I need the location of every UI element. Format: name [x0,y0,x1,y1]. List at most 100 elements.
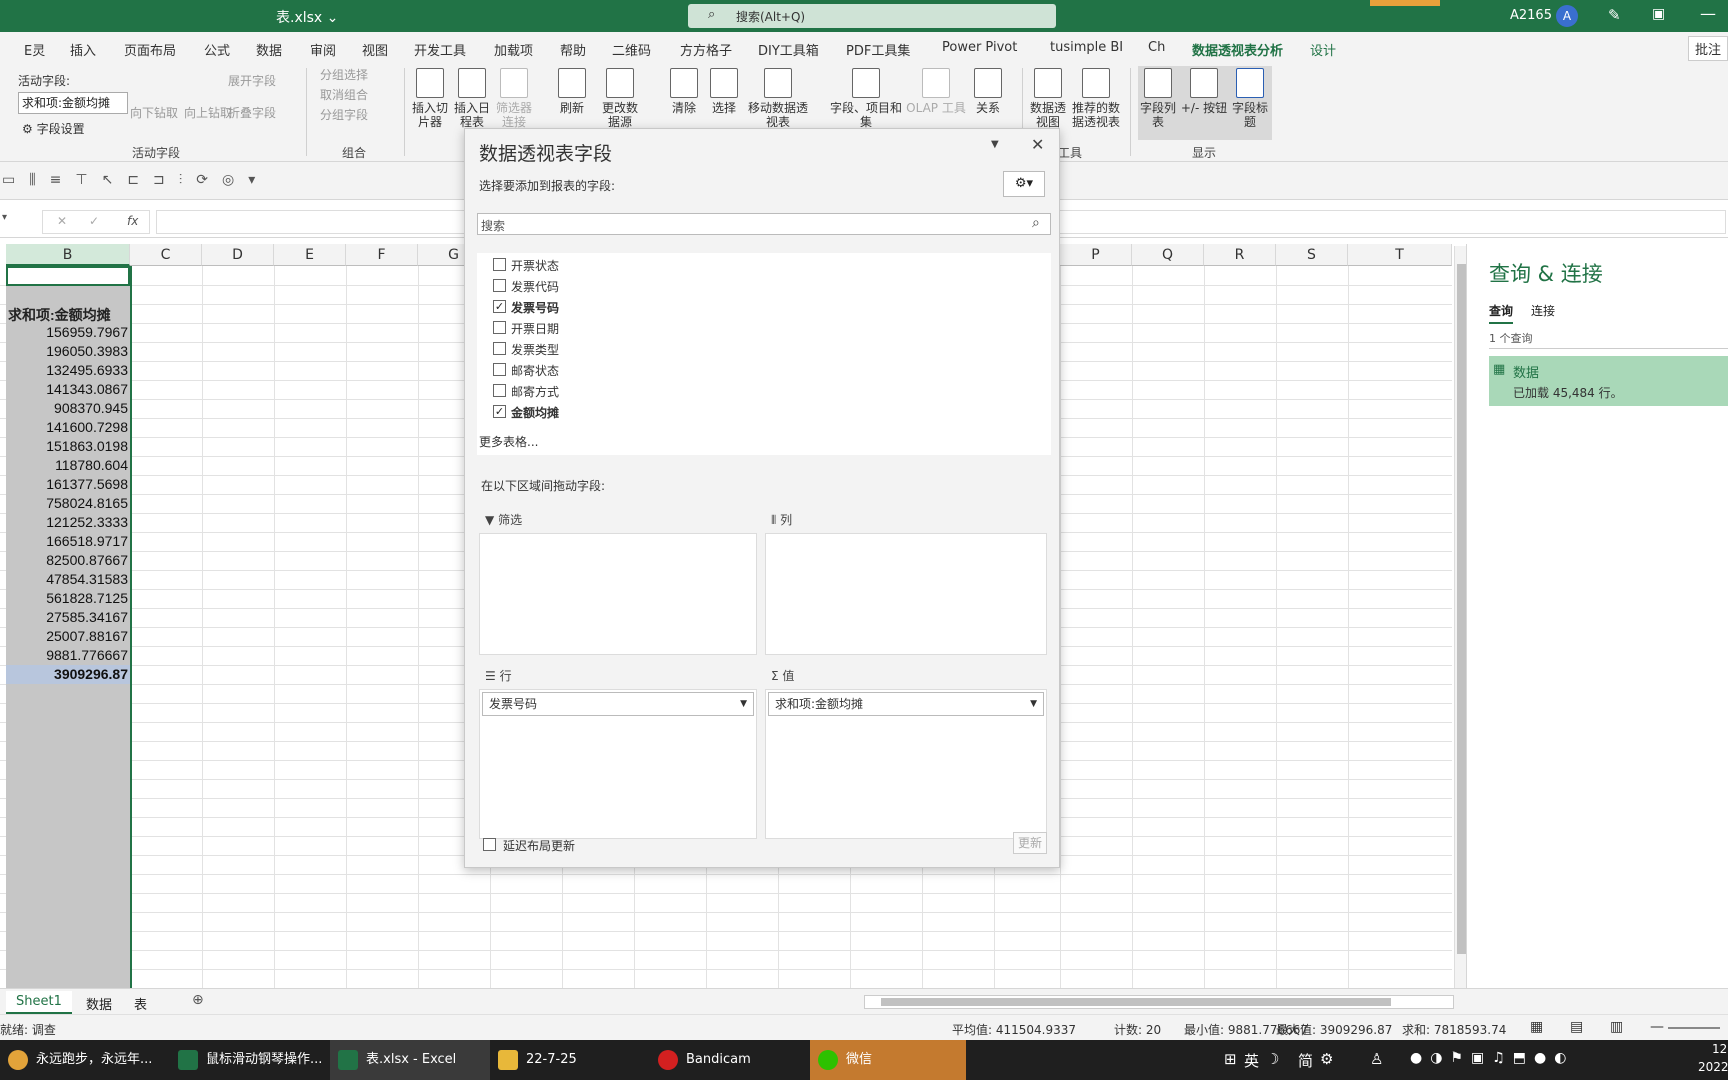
menu-item[interactable]: DIY工具箱 [758,40,819,59]
column-header[interactable]: T [1348,244,1452,266]
menu-item[interactable]: Power Pivot [942,40,1017,55]
field-label[interactable]: 发票代码 [511,278,559,295]
taskbar-item-flashing[interactable]: 微信 [810,1040,966,1080]
pen-icon[interactable]: ✎ [1608,6,1621,24]
menu-item[interactable]: 帮助 [560,40,586,59]
zoom-out-icon[interactable]: — [1650,1019,1664,1035]
pivot-value-cell[interactable]: 161377.5698 [6,475,130,494]
pivot-value-cell[interactable]: 908370.945 [6,399,130,418]
field-label[interactable]: 开票日期 [511,320,559,337]
insert-slicer-button[interactable]: 插入切片器 [410,68,450,129]
drill-up-button[interactable]: 向上钻取 [184,104,232,121]
ungroup-button[interactable]: 取消组合 [320,86,368,103]
ime-language[interactable]: 英 [1244,1050,1259,1071]
menu-item[interactable]: 设计 [1310,40,1336,59]
pivot-value-cell[interactable]: 561828.7125 [6,589,130,608]
active-field-input[interactable]: 求和项:金额均摊 [18,92,128,114]
pivot-header-cell[interactable]: 求和项:金额均摊 [8,305,111,325]
field-label[interactable]: 邮寄状态 [511,362,559,379]
close-icon[interactable]: ✕ [1031,135,1044,154]
defer-update-checkbox[interactable] [483,838,496,851]
pivot-value-cell[interactable]: 141600.7298 [6,418,130,437]
pivot-value-cell[interactable]: 9881.776667 [6,646,130,665]
toolbar-icons[interactable]: ▭⫼≡⊤↖⊏⊐⫶⟳◎▾ [2,172,269,188]
zoom-slider[interactable] [1668,1027,1720,1029]
ribbon-display-icon[interactable]: ▣ [1652,6,1665,22]
pivot-value-cell[interactable]: 82500.87667 [6,551,130,570]
field-checkbox[interactable] [493,384,506,397]
field-label[interactable]: 金额均摊 [511,404,559,421]
field-checkbox-checked[interactable]: ✓ [493,405,506,418]
search-box[interactable]: ⌕ 搜索(Alt+Q) [688,4,1056,28]
row-field-pill[interactable]: 发票号码 ▼ [482,692,754,716]
field-checkbox[interactable] [493,279,506,292]
column-header[interactable]: S [1276,244,1348,266]
pane-options-icon[interactable]: ▼ [991,139,999,150]
drill-down-button[interactable]: 向下钻取 [130,104,178,121]
relationships-button[interactable]: 关系 [968,68,1008,115]
insert-timeline-button[interactable]: 插入日程表 [452,68,492,129]
group-field-button[interactable]: 分组字段 [320,106,368,123]
name-box-dropdown-icon[interactable]: ▾ [2,212,7,223]
query-item[interactable]: ▦ 数据 已加载 45,484 行。 [1489,356,1728,406]
more-tables-link[interactable]: 更多表格... [479,433,538,450]
cancel-icon[interactable]: ✕ [57,214,67,228]
menu-item[interactable]: 二维码 [612,40,651,59]
minimize-icon[interactable]: — [1700,4,1716,23]
settings-icon[interactable]: ⚙ [1320,1050,1333,1068]
menu-item[interactable]: 加载项 [494,40,533,59]
menu-item[interactable]: 开发工具 [414,40,466,59]
olap-tools-button[interactable]: OLAP 工具 [906,68,966,115]
page-break-icon[interactable]: ▥ [1610,1019,1623,1035]
refresh-button[interactable]: 刷新 [552,68,592,115]
values-area[interactable]: 求和项:金额均摊 ▼ [765,689,1047,839]
plus-minus-buttons-toggle[interactable]: +/- 按钮 [1180,68,1228,115]
field-label[interactable]: 开票状态 [511,257,559,274]
pivot-value-cell[interactable]: 156959.7967 [6,323,130,342]
select-button[interactable]: 选择 [704,68,744,115]
pivot-value-cell[interactable]: 132495.6933 [6,361,130,380]
normal-view-icon[interactable]: ▦ [1530,1019,1543,1035]
recommended-pivot-button[interactable]: 推荐的数据透视表 [1068,68,1124,129]
column-header[interactable]: Q [1132,244,1204,266]
fx-icon[interactable]: fx [127,214,138,228]
user-name[interactable]: A2165 [1510,8,1552,23]
columns-area[interactable] [765,533,1047,655]
field-label[interactable]: 发票号码 [511,299,559,316]
collapse-field-button[interactable]: 折叠字段 [228,104,276,121]
column-header[interactable]: D [202,244,274,266]
field-settings-button[interactable]: ⚙ 字段设置 [22,120,85,137]
horizontal-scrollbar[interactable] [864,995,1454,1009]
rows-area[interactable]: 发票号码 ▼ [479,689,757,839]
pivot-value-cell[interactable]: 121252.3333 [6,513,130,532]
scrollbar-thumb[interactable] [881,998,1391,1006]
pivot-total-cell[interactable]: 3909296.87 [6,665,130,684]
chevron-down-icon[interactable]: ▼ [740,693,747,715]
value-field-pill[interactable]: 求和项:金额均摊 ▼ [768,692,1044,716]
field-checkbox-checked[interactable]: ✓ [493,300,506,313]
update-button[interactable]: 更新 [1013,832,1047,854]
pivot-value-cell[interactable]: 141343.0867 [6,380,130,399]
sheet-tab-active[interactable]: Sheet1 [6,991,72,1014]
avatar[interactable]: A [1556,5,1578,27]
menu-item[interactable]: 数据 [256,40,282,59]
column-header[interactable]: C [130,244,202,266]
taskbar-item[interactable]: Bandicam [650,1040,810,1080]
menu-item[interactable]: 审阅 [310,40,336,59]
menu-item[interactable]: Ch [1148,40,1165,55]
tab-queries[interactable]: 查询 [1489,302,1514,324]
moon-icon[interactable]: ☽ [1266,1050,1279,1068]
filter-area[interactable] [479,533,757,655]
sheet-tab[interactable]: 数据 [86,994,112,1013]
column-header[interactable]: R [1204,244,1276,266]
column-header-b[interactable]: B [6,244,130,266]
active-cell[interactable] [6,266,130,286]
pivot-value-cell[interactable]: 166518.9717 [6,532,130,551]
tray-icons[interactable]: ●◑⚑▣♫⬒●◐ [1410,1050,1574,1066]
field-checkbox[interactable] [493,342,506,355]
taskbar-item-active[interactable]: 表.xlsx - Excel [330,1040,490,1080]
fields-items-button[interactable]: 字段、项目和集 [826,68,906,129]
menu-item[interactable]: 页面布局 [124,40,176,59]
field-checkbox[interactable] [493,321,506,334]
field-headers-toggle[interactable]: 字段标题 [1230,68,1270,129]
